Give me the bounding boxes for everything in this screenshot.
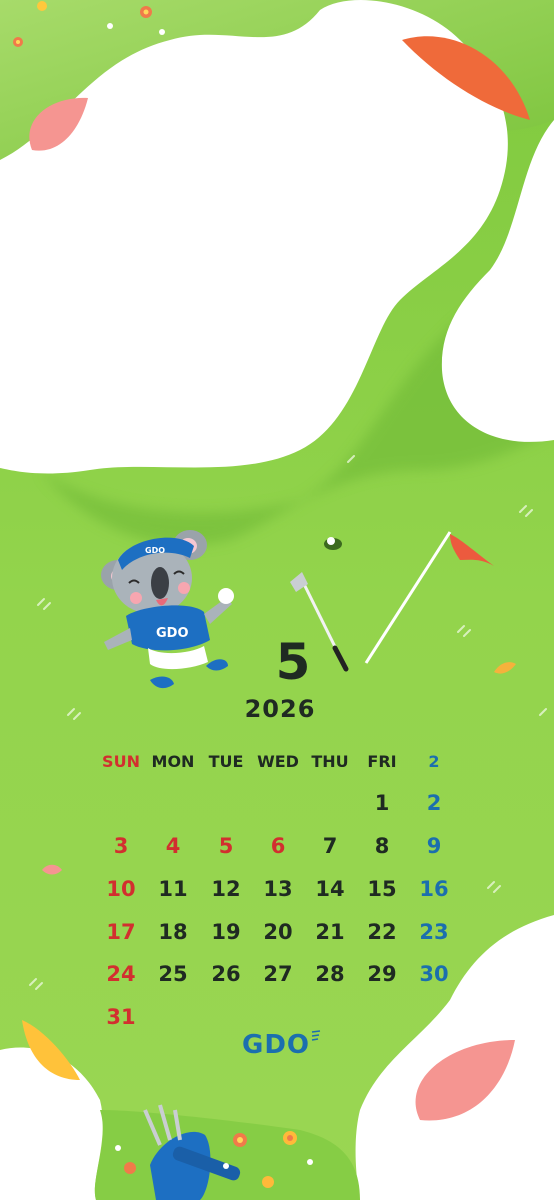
calendar-day: 27 <box>263 962 293 986</box>
calendar-day: 17 <box>106 920 136 944</box>
calendar-day: 12 <box>211 877 241 901</box>
calendar-day: 29 <box>367 962 397 986</box>
weekday-label: MON <box>151 752 195 771</box>
cap-text: GDO <box>145 546 165 555</box>
calendar-day: 25 <box>158 962 188 986</box>
calendar-day: 5 <box>218 834 234 858</box>
calendar-day: 1 <box>374 791 390 815</box>
month-number: 5 <box>275 633 311 691</box>
calendar-day: 21 <box>315 920 345 944</box>
calendar-day: 30 <box>419 962 449 986</box>
calendar-day: 9 <box>426 834 442 858</box>
weekday-label: TUE <box>208 752 244 771</box>
calendar-day: 31 <box>106 1005 136 1029</box>
calendar-day: 23 <box>419 920 449 944</box>
calendar-day: 10 <box>106 877 136 901</box>
year-label: 2026 <box>244 695 316 723</box>
calendar-day: 7 <box>322 834 338 858</box>
weekday-label: WED <box>257 752 299 771</box>
calendar-day: 26 <box>211 962 241 986</box>
calendar-day: 19 <box>211 920 241 944</box>
calendar-day: 3 <box>113 834 129 858</box>
calendar-day: 11 <box>158 877 188 901</box>
weekday-label: SUN <box>102 752 140 771</box>
calendar-day: 15 <box>367 877 397 901</box>
svg-text:GDO: GDO <box>242 1030 310 1060</box>
calendar-day: 4 <box>165 834 181 858</box>
golf-wallpaper: GDO GDO <box>0 0 554 1200</box>
calendar-day: 28 <box>315 962 345 986</box>
weekday-label: FRI <box>367 752 397 771</box>
calendar-day: 2 <box>426 791 442 815</box>
calendar-day: 24 <box>106 962 136 986</box>
calendar-day: 20 <box>263 920 293 944</box>
weekday-label: THU <box>311 752 349 771</box>
gdo-logo: GDO <box>242 1030 321 1060</box>
weekday-label: 2 <box>428 752 440 771</box>
calendar-day: 22 <box>367 920 397 944</box>
calendar-day: 13 <box>263 877 293 901</box>
calendar-day: 14 <box>315 877 345 901</box>
shirt-text: GDO <box>156 626 189 641</box>
calendar-day: 18 <box>158 920 188 944</box>
calendar-day: 8 <box>374 834 390 858</box>
calendar-day: 6 <box>270 834 286 858</box>
calendar-day: 16 <box>419 877 449 901</box>
